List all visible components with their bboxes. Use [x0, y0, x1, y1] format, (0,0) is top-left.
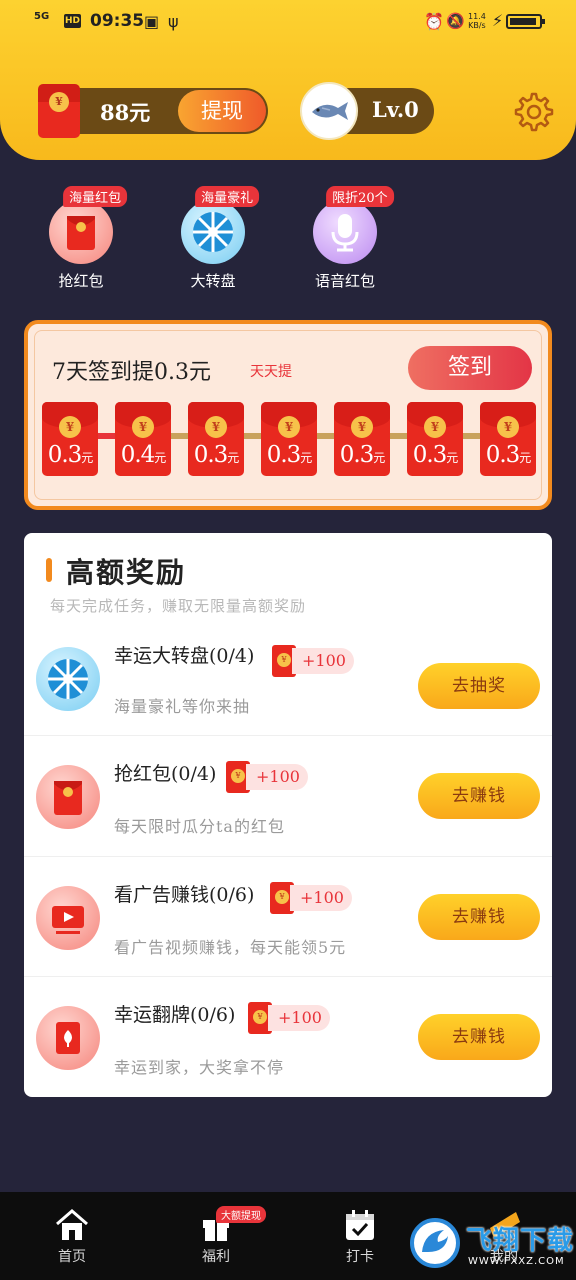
balance-amount: 88元: [100, 100, 151, 125]
watermark-text: 飞翔下载: [466, 1226, 575, 1256]
task-desc: 幸运到家，大奖拿不停: [114, 1058, 285, 1077]
watermark: 飞翔下载 WWW.FXXZ.COM: [404, 1212, 576, 1276]
level-label: Lv.0: [372, 97, 419, 122]
watermark-url: WWW.FXXZ.COM: [468, 1256, 565, 1267]
rewards-title: 高额奖励: [66, 556, 187, 589]
task-desc: 每天限时瓜分ta的红包: [114, 817, 285, 836]
alarm-icon: ⏰: [424, 12, 444, 31]
task-name: 幸运大转盘(0/4): [114, 645, 255, 667]
signin-card: 7天签到提0.3元 天天提 签到 ¥0.3元 ¥0.4元 ¥0.3元 ¥0.3元…: [24, 320, 552, 510]
task-desc: 海量豪礼等你来抽: [114, 697, 251, 716]
red-envelope-icon: ¥: [38, 84, 80, 138]
task-name: 看广告赚钱(0/6): [114, 884, 255, 906]
task-row-watch-ads: 看广告赚钱(0/6) ¥ +100 看广告视频赚钱，每天能领5元 去赚钱: [24, 856, 552, 976]
quick-entry-label: 抢红包: [58, 272, 104, 290]
section-marker: [46, 558, 52, 582]
task-name: 幸运翻牌(0/6): [114, 1004, 236, 1026]
quick-entry-wheel[interactable]: 海量豪礼 大转盘: [165, 186, 261, 291]
signin-day[interactable]: ¥0.3元: [480, 402, 536, 476]
gear-icon[interactable]: [514, 92, 554, 132]
microphone-icon: [313, 200, 377, 264]
go-draw-button[interactable]: 去抽奖: [418, 663, 540, 709]
signin-day[interactable]: ¥0.3元: [42, 402, 98, 476]
signal-icon: 5G: [34, 11, 50, 22]
signin-subtitle: 天天提: [250, 364, 292, 380]
divider: [24, 856, 552, 857]
nav-label: 福利: [202, 1249, 230, 1265]
go-earn-button[interactable]: 去赚钱: [418, 894, 540, 940]
mute-icon: 🔕: [446, 12, 465, 30]
hd-icon: HD: [64, 14, 81, 28]
signin-button[interactable]: 签到: [408, 346, 532, 390]
wheel-icon: [36, 647, 100, 711]
calendar-check-icon: [346, 1210, 374, 1240]
red-envelope-icon: [49, 200, 113, 264]
divider: [24, 735, 552, 736]
rewards-panel: 高额奖励 每天完成任务，赚取无限量高额奖励 幸运大转盘(0/4) ¥ +100 海…: [24, 533, 552, 1097]
signin-day[interactable]: ¥0.3元: [334, 402, 390, 476]
rewards-subtitle: 每天完成任务，赚取无限量高额奖励: [50, 597, 307, 615]
status-bar: 5G HD 09:35 ▣ ψ ⏰ 🔕 11.4 KB/s ⚡: [0, 0, 576, 44]
nav-badge: 大额提现: [216, 1206, 266, 1223]
fish-icon: [312, 102, 348, 120]
promo-tag: 限折20个: [326, 186, 394, 207]
task-desc: 看广告视频赚钱，每天能领5元: [114, 938, 347, 957]
nav-item-home[interactable]: 首页: [27, 1192, 117, 1280]
nav-item-checkin[interactable]: 打卡: [315, 1192, 405, 1280]
nav-label: 打卡: [346, 1249, 374, 1265]
promo-tag: 海量豪礼: [195, 186, 260, 207]
watermark-logo-icon: [410, 1218, 460, 1268]
quick-entry-voice-red-envelope[interactable]: 限折20个 语音红包: [297, 186, 394, 291]
home-icon: [56, 1209, 88, 1240]
battery-icon: [506, 14, 545, 29]
quick-entry-label: 语音红包: [314, 272, 375, 290]
signin-day[interactable]: ¥0.3元: [188, 402, 244, 476]
task-row-lucky-flip: 幸运翻牌(0/6) ¥ +100 幸运到家，大奖拿不停 去赚钱: [24, 976, 552, 1096]
notification-icon: ▣: [144, 12, 160, 31]
usb-icon: ψ: [168, 12, 179, 31]
task-row-lucky-wheel: 幸运大转盘(0/4) ¥ +100 海量豪礼等你来抽 去抽奖: [24, 623, 552, 743]
withdraw-button[interactable]: 提现: [178, 90, 266, 132]
red-envelope-icon: [36, 765, 100, 829]
avatar[interactable]: [300, 82, 358, 140]
signin-title: 7天签到提0.3元: [52, 360, 211, 385]
header: 5G HD 09:35 ▣ ψ ⏰ 🔕 11.4 KB/s ⚡ ¥ 88元 提现 …: [0, 0, 576, 160]
signin-day[interactable]: ¥0.3元: [261, 402, 317, 476]
signin-day[interactable]: ¥0.3元: [407, 402, 463, 476]
go-earn-button[interactable]: 去赚钱: [418, 1014, 540, 1060]
card-icon: [36, 1006, 100, 1070]
signin-day[interactable]: ¥0.4元: [115, 402, 171, 476]
quick-entry-label: 大转盘: [190, 272, 236, 290]
nav-label: 首页: [58, 1249, 86, 1265]
divider: [24, 976, 552, 977]
promo-tag: 海量红包: [63, 186, 128, 207]
go-earn-button[interactable]: 去赚钱: [418, 773, 540, 819]
status-time: 09:35: [90, 11, 145, 31]
wheel-icon: [181, 200, 245, 264]
video-icon: [36, 886, 100, 950]
task-name: 抢红包(0/4): [114, 763, 217, 785]
charging-icon: ⚡: [492, 11, 504, 30]
task-row-grab-red-envelope: 抢红包(0/4) ¥ +100 每天限时瓜分ta的红包 去赚钱: [24, 735, 552, 855]
signin-days: ¥0.3元 ¥0.4元 ¥0.3元 ¥0.3元 ¥0.3元 ¥0.3元 ¥0.3…: [42, 402, 542, 476]
network-speed: 11.4 KB/s: [468, 12, 486, 30]
quick-entry-grab-red-envelope[interactable]: 海量红包 抢红包: [33, 186, 129, 291]
